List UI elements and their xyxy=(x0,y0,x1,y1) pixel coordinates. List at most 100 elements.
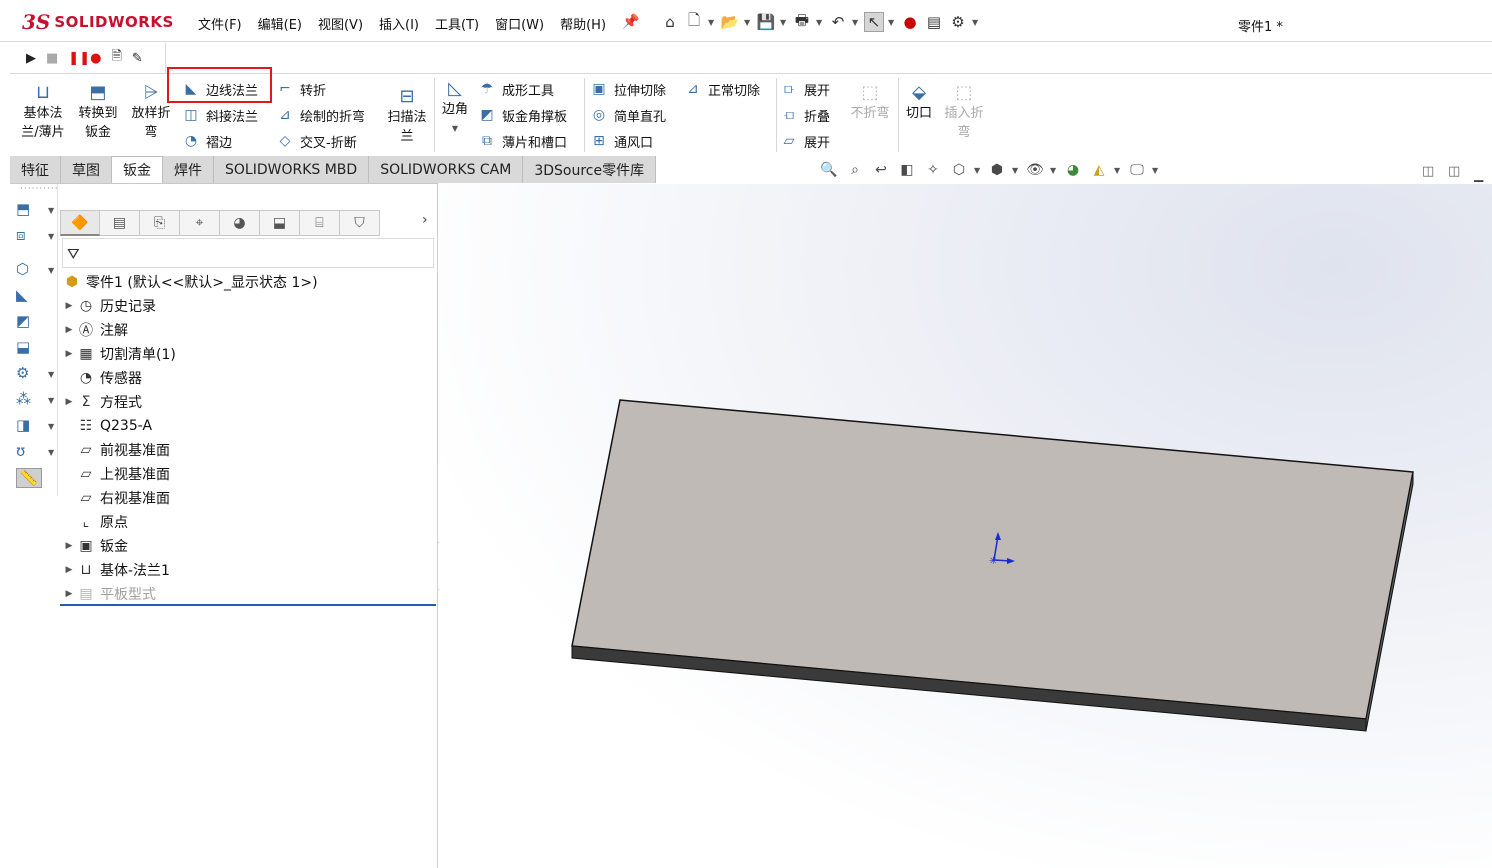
tree-item[interactable]: ▶ Ⓐ 注解 xyxy=(62,318,128,342)
home-icon[interactable]: ⌂ xyxy=(660,12,680,32)
section-view-icon[interactable]: ◧ xyxy=(896,160,918,180)
menu-view[interactable]: 视图(V) xyxy=(310,14,371,33)
display-manager-tab-icon[interactable]: ◕ xyxy=(220,210,260,236)
sketched-bend-button[interactable]: ⊿ 绘制的折弯 xyxy=(276,104,365,126)
expand-arrow-icon[interactable]: ▶ xyxy=(62,541,76,551)
new-dropdown-icon[interactable]: ▼ xyxy=(708,18,716,27)
undo-icon[interactable]: ↶ xyxy=(828,12,848,32)
select-dropdown-icon[interactable]: ▼ xyxy=(888,18,896,27)
tree-item[interactable]: ▱ 右视基准面 xyxy=(62,486,170,510)
macro-new-icon[interactable]: 🗎 xyxy=(111,47,121,69)
expand-arrow-icon[interactable]: ▶ xyxy=(62,325,76,335)
macro-run-icon[interactable]: ▶ xyxy=(26,51,36,66)
vtool-settings-icon[interactable]: ⚙ xyxy=(16,364,29,382)
corner-dropdown-icon[interactable]: ▼ xyxy=(438,119,472,138)
tab-3dsource[interactable]: 3DSource零件库 xyxy=(523,156,657,183)
rip-button[interactable]: ⬙ 切口 xyxy=(902,82,936,123)
graphics-viewport[interactable]: ✳ xyxy=(439,184,1492,868)
vtool-extrude-icon[interactable]: ◩ xyxy=(16,312,30,330)
menu-help[interactable]: 帮助(H) xyxy=(552,14,614,33)
file-properties-icon[interactable]: ▤ xyxy=(924,12,944,32)
save-icon[interactable]: 💾 xyxy=(756,12,776,32)
expand-arrow-icon[interactable]: ▶ xyxy=(62,565,76,575)
vtool-sheet-icon[interactable]: ⬓ xyxy=(16,338,30,356)
cam-operation-tab-icon[interactable]: ⌸ xyxy=(300,210,340,236)
vtool-part-icon[interactable]: ⬒ xyxy=(16,200,30,218)
previous-view-icon[interactable]: ↩ xyxy=(870,160,892,180)
tab-mbd[interactable]: SOLIDWORKS MBD xyxy=(214,156,370,183)
vtool-reference-icon[interactable]: ◨ xyxy=(16,416,30,434)
maximize-panel-icon[interactable]: ◫ xyxy=(1448,164,1460,179)
vtool-flange-icon[interactable]: ◣ xyxy=(16,286,28,304)
tree-item[interactable]: ▶ ◷ 历史记录 xyxy=(62,294,156,318)
tree-item[interactable]: ▱ 前视基准面 xyxy=(62,438,170,462)
print-icon[interactable]: 🖶 xyxy=(792,11,812,32)
vtool-part-dropdown-icon[interactable]: ▼ xyxy=(48,206,54,215)
new-document-icon[interactable]: 🗋 xyxy=(684,11,704,32)
extruded-cut-button[interactable]: ▣ 拉伸切除 xyxy=(590,78,666,100)
options-dropdown-icon[interactable]: ▼ xyxy=(972,18,980,27)
no-bends-button[interactable]: ⬚ 不折弯 xyxy=(846,82,894,123)
macro-stop-icon[interactable]: ■ xyxy=(46,51,58,66)
options-gear-icon[interactable]: ⚙ xyxy=(948,12,968,32)
open-icon[interactable]: 📂 xyxy=(720,12,740,32)
display-style-icon[interactable]: ⬢ xyxy=(986,160,1008,180)
fold-button[interactable]: ⟤ 折叠 xyxy=(780,104,830,126)
unfold-button[interactable]: ⟥ 展开 xyxy=(780,78,830,100)
display-style-dropdown-icon[interactable]: ▼ xyxy=(1012,166,1020,175)
zoom-to-area-icon[interactable]: ⌕ xyxy=(844,160,866,180)
hide-show-items-icon[interactable]: 👁 xyxy=(1024,160,1046,180)
view-settings-dropdown-icon[interactable]: ▼ xyxy=(1152,166,1160,175)
solidworks-logo[interactable]: 3S SOLIDWORKS xyxy=(22,9,174,35)
feature-manager-tab-icon[interactable]: 🔶 xyxy=(60,210,100,236)
macro-edit-icon[interactable]: ✎ xyxy=(132,51,143,66)
miter-flange-button[interactable]: ◫ 斜接法兰 xyxy=(182,104,258,126)
tab-features[interactable]: 特征 xyxy=(10,156,61,183)
vtool-box-icon[interactable]: ⬡ xyxy=(16,260,29,278)
vtool-box-dropdown-icon[interactable]: ▼ xyxy=(48,266,54,275)
menu-tools[interactable]: 工具(T) xyxy=(427,14,487,33)
print-dropdown-icon[interactable]: ▼ xyxy=(816,18,824,27)
flatten-button[interactable]: ▱ 展开 xyxy=(780,130,830,152)
cam-tool-tab-icon[interactable]: ⛉ xyxy=(340,210,380,236)
minimize-viewport-icon[interactable]: ▁ xyxy=(1474,168,1483,182)
cross-break-button[interactable]: ◇ 交叉-折断 xyxy=(276,130,357,152)
tree-item[interactable]: ⌞ 原点 xyxy=(62,510,128,534)
menu-insert[interactable]: 插入(I) xyxy=(371,14,427,33)
edit-appearance-icon[interactable]: ◕ xyxy=(1062,160,1084,180)
filter-icon[interactable]: ⛛ xyxy=(67,245,80,263)
vtool-settings-dropdown-icon[interactable]: ▼ xyxy=(48,370,54,379)
vtool-pattern-dropdown-icon[interactable]: ▼ xyxy=(48,396,54,405)
vent-button[interactable]: ⊞ 通风口 xyxy=(590,130,653,152)
tab-sheet-metal[interactable]: 钣金 xyxy=(112,156,163,183)
undo-dropdown-icon[interactable]: ▼ xyxy=(852,18,860,27)
scene-dropdown-icon[interactable]: ▼ xyxy=(1114,166,1122,175)
pin-icon[interactable]: 📌 xyxy=(622,14,639,30)
expand-arrow-icon[interactable]: ▶ xyxy=(62,301,76,311)
rebuild-traffic-light-icon[interactable]: ● xyxy=(900,12,920,32)
gusset-button[interactable]: ◩ 钣金角撑板 xyxy=(478,104,567,126)
hem-button[interactable]: ◔ 褶边 xyxy=(182,130,232,152)
corner-button[interactable]: ◺ 边角 ▼ xyxy=(438,78,472,138)
expand-arrow-icon[interactable]: ▶ xyxy=(62,397,76,407)
hide-show-dropdown-icon[interactable]: ▼ xyxy=(1050,166,1058,175)
tree-filter[interactable]: ⛛ xyxy=(62,238,434,268)
tab-cam[interactable]: SOLIDWORKS CAM xyxy=(369,156,524,183)
macro-record-icon[interactable]: ❚❚● xyxy=(68,51,101,66)
menu-edit[interactable]: 编辑(E) xyxy=(250,14,310,33)
open-dropdown-icon[interactable]: ▼ xyxy=(744,18,752,27)
tab-weldments[interactable]: 焊件 xyxy=(163,156,214,183)
tree-item[interactable]: ▱ 上视基准面 xyxy=(62,462,170,486)
tree-item[interactable]: ▶ ▣ 钣金 xyxy=(62,534,128,558)
view-orientation-dropdown-icon[interactable]: ▼ xyxy=(974,166,982,175)
tree-item[interactable]: ▶ ▦ 切割清单(1) xyxy=(62,342,176,366)
insert-bends-button[interactable]: ⬚ 插入折 弯 xyxy=(940,82,988,142)
rollback-bar[interactable] xyxy=(60,604,436,606)
property-manager-tab-icon[interactable]: ▤ xyxy=(100,210,140,236)
vtool-reference-dropdown-icon[interactable]: ▼ xyxy=(48,422,54,431)
normal-cut-button[interactable]: ⊿ 正常切除 xyxy=(684,78,760,100)
vtool-assembly-icon[interactable]: ⧈ xyxy=(16,226,26,244)
vtool-assembly-dropdown-icon[interactable]: ▼ xyxy=(48,232,54,241)
jog-button[interactable]: ⌐ 转折 xyxy=(276,78,326,100)
expand-arrow-icon[interactable]: ▶ xyxy=(62,349,76,359)
